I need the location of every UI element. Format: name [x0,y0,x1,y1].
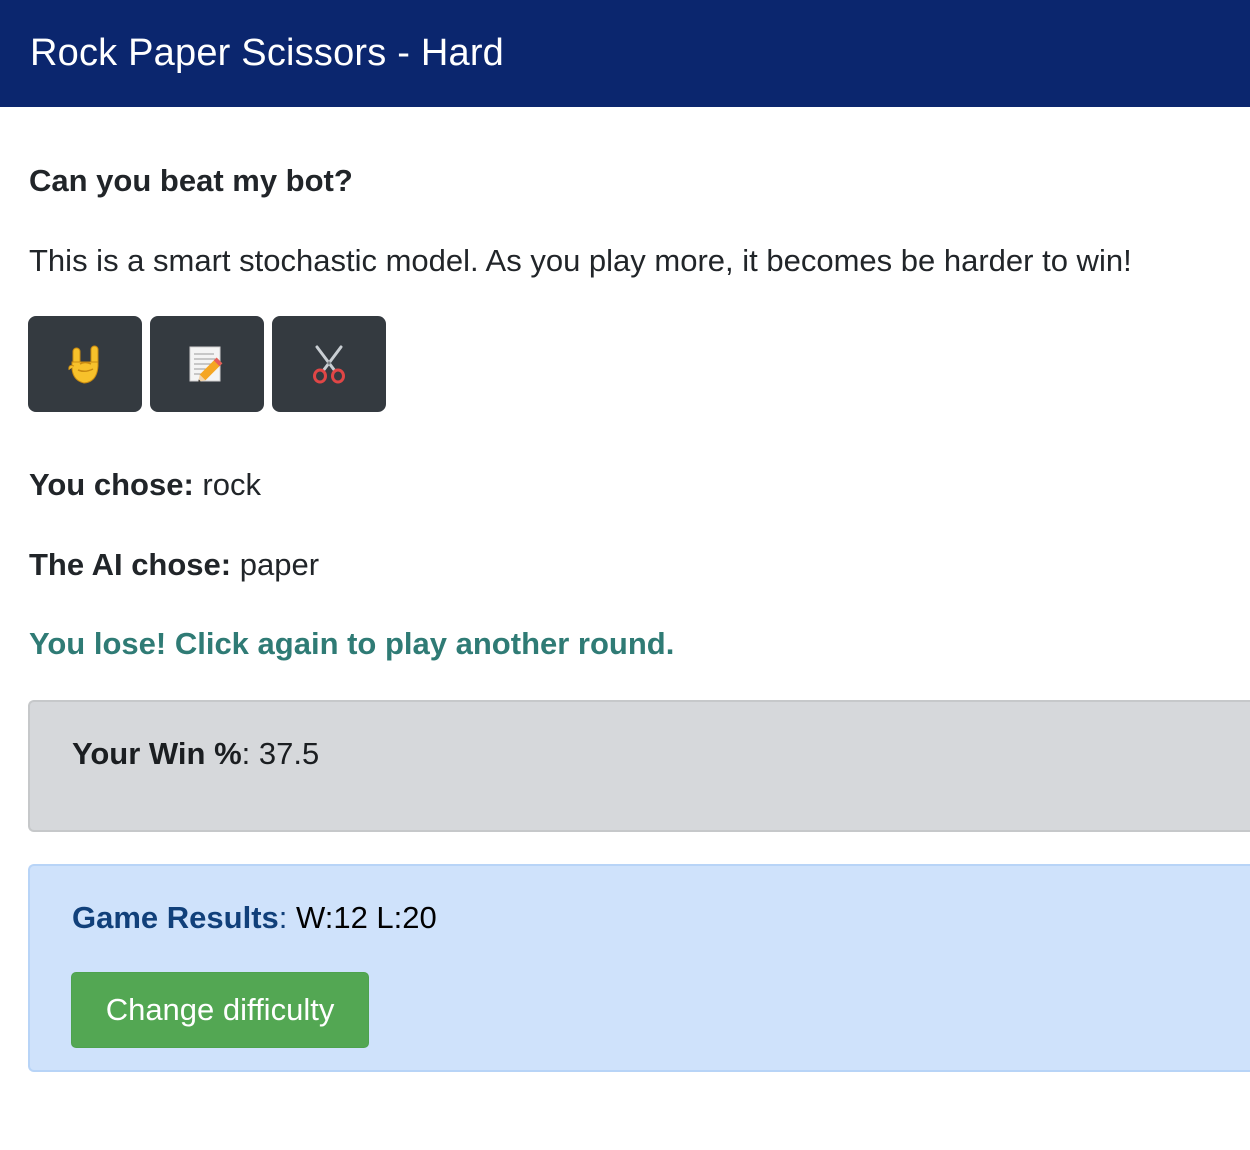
choice-buttons [28,316,386,412]
win-percentage-value: 37.5 [258,736,320,771]
ai-choice: The AI chose: paper [29,547,319,583]
player-choice-label: You chose: [29,467,194,502]
scissors-icon [309,343,349,385]
sign-of-the-horns-icon [66,342,104,386]
win-percentage-colon: : [241,736,251,771]
page-title[interactable]: Rock Paper Scissors - Hard [30,32,504,75]
memo-pencil-icon [187,343,227,385]
win-percentage-text: Your Win %: 37.5 [72,736,319,772]
navbar: Rock Paper Scissors - Hard [0,0,1250,107]
game-results-alert: Game Results: W:12 L:20 Change difficult… [28,864,1250,1072]
win-percentage-label: Your Win % [72,736,242,771]
round-result-message: You lose! Click again to play another ro… [29,626,675,661]
win-percentage-alert: Your Win %: 37.5 [28,700,1250,832]
scissors-button[interactable] [272,316,386,412]
ai-choice-label: The AI chose: [29,547,232,582]
challenge-heading: Can you beat my bot? [29,163,353,198]
paper-button[interactable] [150,316,264,412]
change-difficulty-button[interactable]: Change difficulty [71,972,369,1048]
game-results-value: W:12 L:20 [296,900,437,935]
player-choice-value: rock [202,467,261,502]
rock-button[interactable] [28,316,142,412]
game-results-text: Game Results: W:12 L:20 [72,900,437,936]
game-results-colon: : [278,900,288,935]
intro-text: This is a smart stochastic model. As you… [29,243,1132,278]
game-results-label: Game Results [72,900,279,935]
player-choice: You chose: rock [29,467,261,503]
ai-choice-value: paper [239,547,320,582]
